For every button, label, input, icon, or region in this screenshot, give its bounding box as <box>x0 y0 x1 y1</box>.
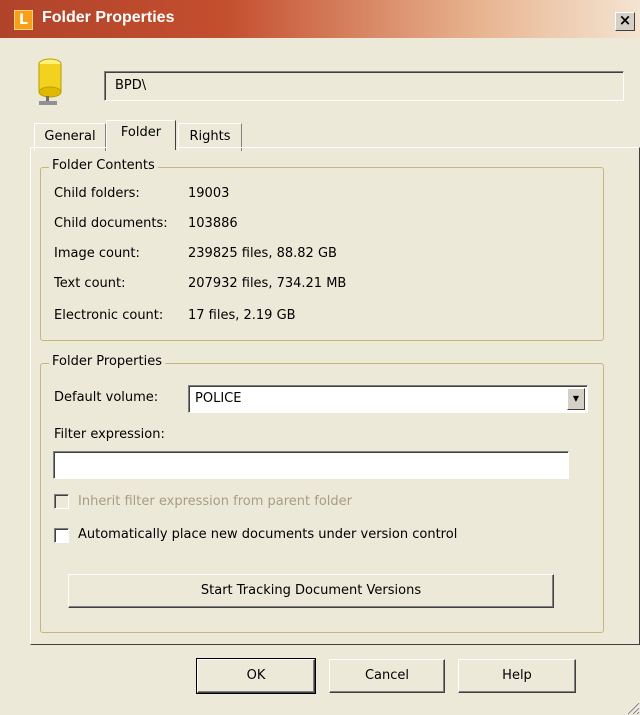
filter-expression-input[interactable] <box>53 451 569 479</box>
help-button[interactable]: Help <box>458 659 576 693</box>
child-folders-label: Child folders: <box>54 186 140 201</box>
folder-contents-title: Folder Contents <box>49 158 158 173</box>
child-folders-value: 19003 <box>188 186 230 201</box>
close-button[interactable]: × <box>615 12 635 31</box>
text-count-label: Text count: <box>54 276 126 291</box>
electronic-count-value: 17 files, 2.19 GB <box>188 308 296 323</box>
cancel-button[interactable]: Cancel <box>329 659 445 693</box>
child-documents-label: Child documents: <box>54 216 168 231</box>
folder-path-field: BPD\ <box>104 71 624 101</box>
chevron-down-icon[interactable]: ▼ <box>567 388 585 410</box>
text-count-value: 207932 files, 734.21 MB <box>188 276 347 291</box>
electronic-count-label: Electronic count: <box>54 308 164 323</box>
folder-properties-title: Folder Properties <box>49 354 166 369</box>
ok-button[interactable]: OK <box>196 658 316 694</box>
image-count-value: 239825 files, 88.82 GB <box>188 246 337 261</box>
database-folder-icon <box>38 58 62 105</box>
auto-version-label: Automatically place new documents under … <box>78 527 458 542</box>
default-volume-label: Default volume: <box>54 390 159 405</box>
child-documents-value: 103886 <box>188 216 238 231</box>
title-bar: L Folder Properties × <box>0 0 640 38</box>
start-tracking-button[interactable]: Start Tracking Document Versions <box>68 574 554 608</box>
default-volume-value: POLICE <box>195 391 242 406</box>
tab-folder[interactable]: Folder <box>106 120 176 150</box>
window-title: Folder Properties <box>42 9 175 26</box>
auto-version-checkbox[interactable] <box>54 528 69 543</box>
inherit-filter-label: Inherit filter expression from parent fo… <box>78 494 352 509</box>
inherit-filter-checkbox[interactable] <box>54 494 69 509</box>
image-count-label: Image count: <box>54 246 140 261</box>
app-logo-icon: L <box>14 10 33 30</box>
resize-grip-icon[interactable] <box>624 699 640 715</box>
default-volume-select[interactable]: POLICE ▼ <box>188 385 588 413</box>
filter-expression-label: Filter expression: <box>54 427 165 442</box>
